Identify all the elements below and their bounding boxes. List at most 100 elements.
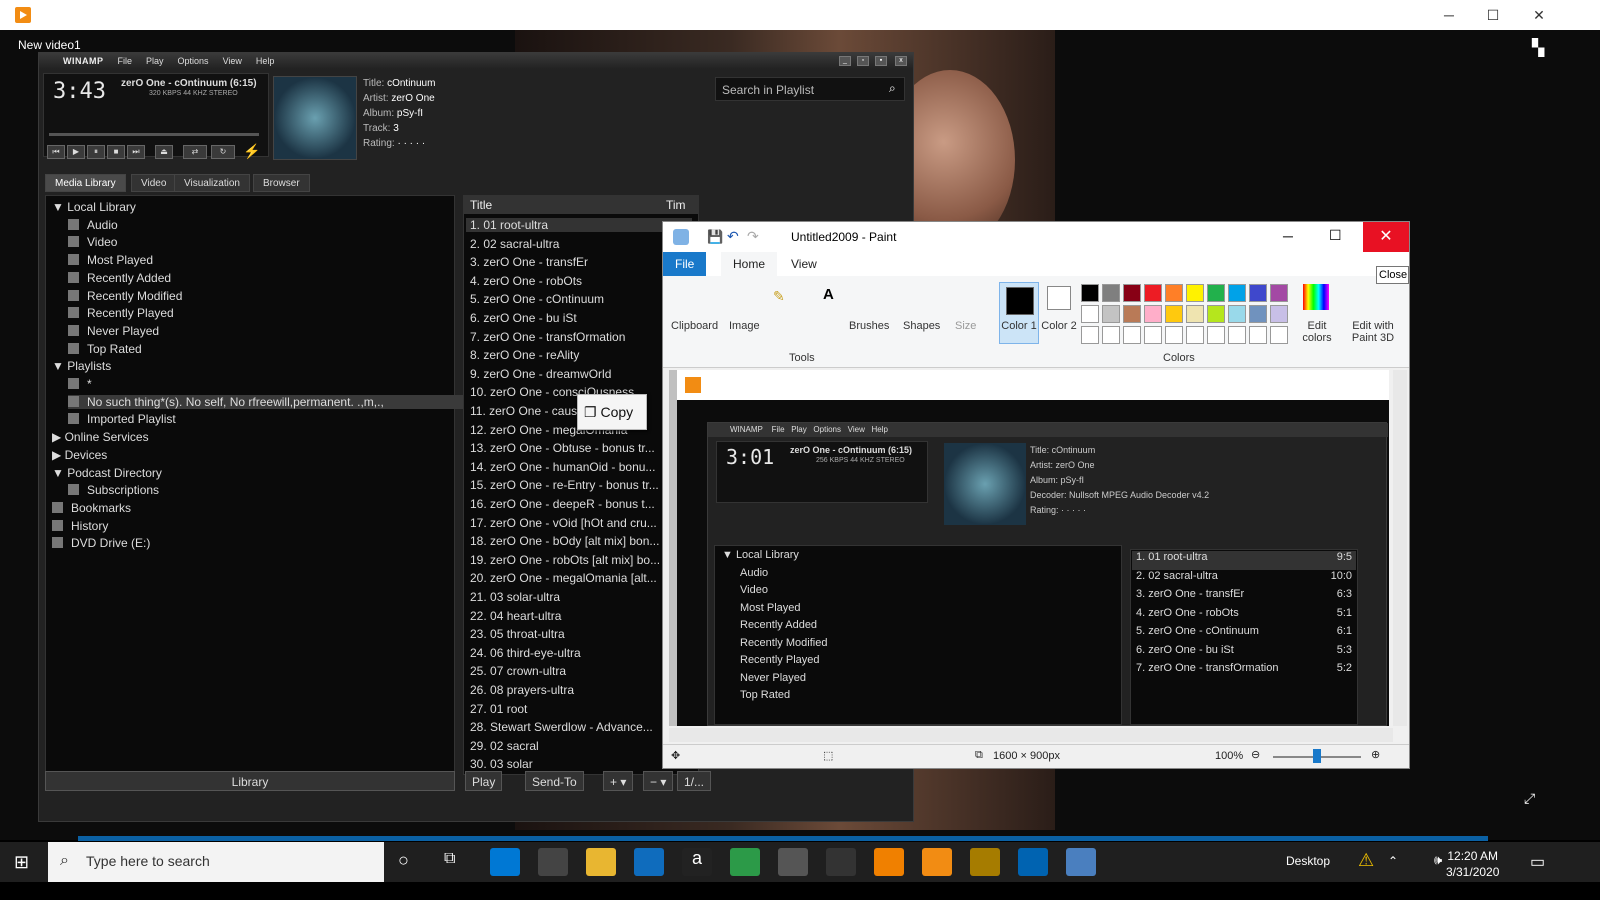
color2-swatch[interactable] [1047, 286, 1071, 310]
sendto-button[interactable]: Send-To [525, 771, 584, 791]
tree-item[interactable]: ▶ Devices [52, 448, 107, 462]
wa-shade-button[interactable]: ▫ [857, 56, 869, 66]
tree-item[interactable]: ▼ Podcast Directory [52, 466, 162, 480]
save-icon[interactable]: 💾 [707, 229, 723, 245]
add-button[interactable]: + ▾ [603, 771, 634, 791]
seek-bar[interactable] [49, 133, 259, 136]
wa-max-button[interactable]: ▪ [875, 56, 887, 66]
edit-colors-icon[interactable] [1303, 284, 1329, 310]
palette-swatch[interactable] [1102, 284, 1120, 302]
tree-item[interactable]: Audio [68, 218, 118, 232]
palette-swatch[interactable] [1228, 305, 1246, 323]
color1-selector[interactable] [999, 282, 1039, 344]
menu-help[interactable]: Help [256, 56, 275, 66]
tree-item[interactable]: Recently Played [68, 306, 174, 320]
tree-item[interactable]: DVD Drive (E:) [52, 536, 150, 550]
tree-item[interactable]: Video [68, 235, 117, 249]
tree-item[interactable]: Imported Playlist [68, 412, 176, 426]
palette-swatch[interactable] [1123, 305, 1141, 323]
tree-item[interactable]: ▼ Playlists [52, 359, 111, 373]
tree-item[interactable]: ▼ Local Library [52, 200, 136, 214]
palette-swatch[interactable] [1186, 284, 1204, 302]
text-icon[interactable]: A [823, 286, 834, 303]
palette-swatch[interactable] [1165, 284, 1183, 302]
remove-button[interactable]: − ▾ [643, 771, 674, 791]
taskbar-search-input[interactable]: Type here to search [48, 842, 384, 882]
store-icon[interactable] [538, 848, 568, 876]
custom-color-swatch[interactable] [1144, 326, 1162, 344]
menu-play[interactable]: Play [146, 56, 164, 66]
palette-swatch[interactable] [1102, 305, 1120, 323]
expand-icon[interactable]: ⤢ [1524, 790, 1535, 807]
paint-minimize-button[interactable]: ─ [1283, 228, 1293, 244]
palette-swatch[interactable] [1249, 284, 1267, 302]
palette-swatch[interactable] [1207, 305, 1225, 323]
media-icon[interactable] [778, 848, 808, 876]
custom-color-swatch[interactable] [1270, 326, 1288, 344]
wa-min-button[interactable]: _ [839, 56, 851, 66]
winamp-taskbar-icon[interactable] [970, 848, 1000, 876]
taskbar-clock[interactable]: 12:20 AM 3/31/2020 [1446, 848, 1499, 880]
brushes-button[interactable]: Brushes [849, 320, 889, 332]
stop-button[interactable]: ■ [107, 145, 125, 159]
palette-swatch[interactable] [1165, 305, 1183, 323]
custom-color-swatch[interactable] [1228, 326, 1246, 344]
video-app-icon[interactable] [922, 848, 952, 876]
cortana-icon[interactable]: ○ [398, 850, 409, 871]
palette-swatch[interactable] [1081, 305, 1099, 323]
edge-icon[interactable] [490, 848, 520, 876]
tree-item[interactable]: Top Rated [68, 342, 142, 356]
pencil-icon[interactable]: ✎ [773, 288, 785, 305]
shuffle-button[interactable]: ⇄ [183, 145, 207, 159]
repeat-button[interactable]: ↻ [211, 145, 235, 159]
maximize-button[interactable]: ☐ [1470, 0, 1516, 30]
play-dropdown-button[interactable]: Play [465, 771, 503, 791]
custom-color-swatch[interactable] [1249, 326, 1267, 344]
vertical-scrollbar[interactable] [1393, 370, 1407, 726]
redo-icon[interactable]: ↷ [747, 228, 759, 245]
view-mode-icon[interactable]: ▚ [1532, 38, 1544, 58]
palette-swatch[interactable] [1144, 305, 1162, 323]
tab-file[interactable]: File [663, 252, 707, 276]
custom-color-swatch[interactable] [1081, 326, 1099, 344]
tree-item[interactable]: Bookmarks [52, 501, 131, 515]
paint3d-button[interactable]: Edit with Paint 3D [1345, 320, 1401, 344]
tray-chevron-icon[interactable]: ⌃ [1388, 854, 1398, 868]
playlist-header-time[interactable]: Tim [666, 198, 686, 212]
tree-item[interactable]: ▶ Online Services [52, 430, 149, 444]
custom-color-swatch[interactable] [1207, 326, 1225, 344]
eject-button[interactable]: ⏏ [155, 145, 173, 159]
paint-taskbar-icon[interactable] [1066, 848, 1096, 876]
windows-start-icon[interactable]: ⊞ [14, 852, 29, 873]
paint-canvas[interactable]: WINAMP File Play Options View Help 3:01 … [669, 370, 1389, 726]
task-view-icon[interactable]: ⧉ [444, 850, 455, 868]
undo-icon[interactable]: ↶ [727, 228, 739, 245]
app-icon-2[interactable] [826, 848, 856, 876]
tree-item[interactable]: Subscriptions [68, 483, 159, 497]
tree-item[interactable]: Recently Modified [68, 289, 182, 303]
playlist-search-input[interactable]: Search in Playlist [715, 77, 905, 101]
zoom-slider-thumb[interactable] [1313, 749, 1321, 763]
tree-item[interactable]: No such thing*(s). No self, No rfreewill… [68, 394, 468, 409]
warning-icon[interactable]: ⚠ [1358, 850, 1374, 871]
lightning-icon[interactable]: ⚡ [243, 143, 260, 160]
tab-browser[interactable]: Browser [253, 174, 310, 192]
palette-swatch[interactable] [1081, 284, 1099, 302]
tripadvisor-icon[interactable] [730, 848, 760, 876]
tab-home[interactable]: Home [721, 252, 778, 276]
notifications-icon[interactable]: ▭ [1530, 852, 1545, 872]
image-button[interactable]: Image [729, 320, 760, 332]
custom-color-swatch[interactable] [1186, 326, 1204, 344]
vlc-icon[interactable] [874, 848, 904, 876]
explorer-icon[interactable] [586, 848, 616, 876]
edit-colors-button[interactable]: Edit colors [1297, 320, 1337, 344]
palette-swatch[interactable] [1123, 284, 1141, 302]
minimize-button[interactable]: ─ [1426, 0, 1472, 30]
tab-video[interactable]: Video [131, 174, 177, 192]
horizontal-scrollbar[interactable] [669, 728, 1393, 742]
tree-item[interactable]: History [52, 519, 108, 533]
custom-color-swatch[interactable] [1165, 326, 1183, 344]
library-button[interactable]: Library [45, 771, 455, 791]
tab-media-library[interactable]: Media Library [45, 174, 126, 192]
menu-view[interactable]: View [223, 56, 242, 66]
